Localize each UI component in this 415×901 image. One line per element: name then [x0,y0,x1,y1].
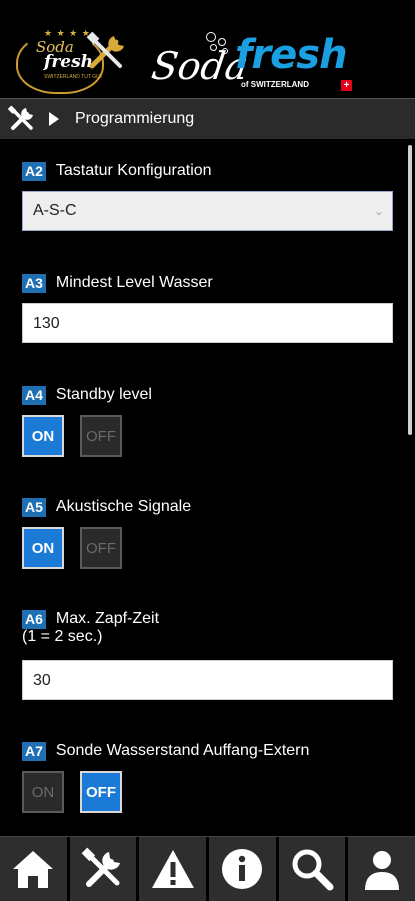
setting-code-badge: A7 [22,742,46,761]
probe-off-button[interactable]: OFF [80,771,122,813]
setting-code-badge: A3 [22,274,46,293]
setting-label: Mindest Level Wasser [55,274,213,291]
nav-user[interactable] [348,837,415,901]
setting-code-badge: A6 [22,610,46,629]
soda-fresh-tut-gut-logo: ★ ★ ★ ★ Soda fresh SWITZERLAND TUT GUT [14,28,132,94]
user-icon [364,851,399,890]
setting-label: Akustische Signale [55,498,192,515]
nav-info[interactable] [209,837,276,901]
setting-a4: A4 Standby level ON OFF [22,386,152,457]
min-water-level-input[interactable]: 130 [22,303,393,343]
probe-on-button[interactable]: ON [22,771,64,813]
setting-code-badge: A2 [22,162,46,181]
standby-off-button[interactable]: OFF [80,415,122,457]
soda-logo: Soda [149,30,251,92]
setting-label: Max. Zapf-Zeit [55,610,160,627]
acoustic-off-button[interactable]: OFF [80,527,122,569]
swiss-flag-icon: + [341,80,352,91]
home-icon [13,851,54,888]
standby-on-button[interactable]: ON [22,415,64,457]
scrollbar[interactable] [408,145,412,435]
nav-warnings[interactable] [139,837,207,901]
keyboard-config-select[interactable]: A-S-C ⌄ [22,191,393,231]
setting-label: Standby level [55,386,152,403]
fresh-of-switzerland-logo: fresh of SWITZERLAND + [235,32,360,96]
setting-a7: A7 Sonde Wasserstand Auffang-Extern ON O… [22,742,309,813]
tools-logo-icon [86,32,124,69]
chevron-down-icon: ⌄ [373,204,384,218]
setting-label: Tastatur Konfiguration [55,162,212,179]
setting-label: Sonde Wasserstand Auffang-Extern [55,742,310,759]
setting-sublabel: (1 = 2 sec.) [22,628,103,645]
warning-icon [151,850,194,888]
bottom-nav [0,836,415,901]
settings-list[interactable]: A2 Tastatur Konfiguration A-S-C ⌄ A3 Min… [0,139,415,836]
setting-code-badge: A4 [22,386,46,405]
page-title: Programmierung [75,110,195,127]
chevron-right-icon [49,112,59,126]
setting-a2: A2 Tastatur Konfiguration A-S-C ⌄ [22,162,393,231]
search-icon [292,849,334,891]
setting-a5: A5 Akustische Signale ON OFF [22,498,191,569]
setting-a3: A3 Mindest Level Wasser 130 [22,274,393,343]
app-header: ★ ★ ★ ★ Soda fresh SWITZERLAND TUT GUT S… [0,0,415,97]
breadcrumb: Programmierung [0,98,415,139]
max-tap-time-input[interactable]: 30 [22,660,393,700]
acoustic-on-button[interactable]: ON [22,527,64,569]
nav-tools[interactable] [69,837,137,901]
tools-icon[interactable] [7,104,37,134]
setting-code-badge: A5 [22,498,46,517]
nav-home[interactable] [0,837,67,901]
info-icon [222,849,263,889]
nav-search[interactable] [278,837,346,901]
tools-icon [81,847,120,887]
setting-a6: A6 Max. Zapf-Zeit (1 = 2 sec.) 30 [22,610,393,700]
